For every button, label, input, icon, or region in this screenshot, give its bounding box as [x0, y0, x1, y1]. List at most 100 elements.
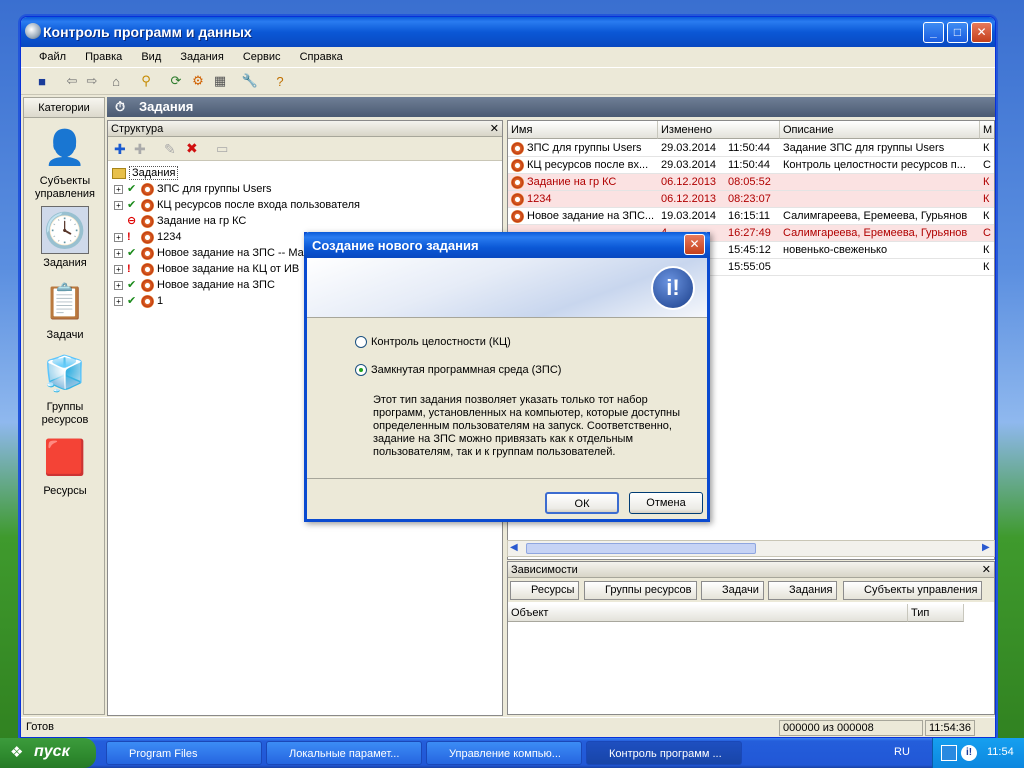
column-header-modified[interactable]: Изменено [658, 121, 780, 139]
option-integrity-label[interactable]: Контроль целостности (КЦ) [371, 336, 511, 348]
tree-node[interactable]: +! 1234 [114, 229, 181, 245]
expand-icon[interactable]: + [114, 201, 123, 210]
expand-icon[interactable]: + [114, 233, 123, 242]
table-row[interactable]: 1234 06.12.2013 08:23:07 К [508, 191, 994, 208]
cell-desc: Задание ЗПС для группы Users [783, 142, 945, 154]
start-button[interactable]: ❖ пуск [0, 738, 96, 768]
table-row[interactable]: ЗПС для группы Users 29.03.2014 11:50:44 За… [508, 140, 994, 157]
column-header-name[interactable]: Имя [508, 121, 658, 139]
gear-icon [141, 214, 154, 228]
add-icon[interactable]: ✚ [114, 141, 126, 158]
menu-edit[interactable]: Правка [77, 48, 130, 66]
gear-icon[interactable]: ⚙ [189, 72, 207, 90]
edit-icon[interactable]: ✎ [164, 141, 176, 158]
expand-icon[interactable] [114, 215, 123, 224]
radio-integrity-control[interactable] [355, 336, 367, 348]
radio-closed-env[interactable] [355, 364, 367, 376]
folder-icon[interactable]: ▭ [216, 141, 228, 157]
home-icon[interactable]: ⌂ [107, 72, 125, 90]
tree-node[interactable]: + ✔ Новое задание на ЗПС -- Ма [114, 245, 304, 261]
ok-button[interactable]: ОК [545, 492, 619, 514]
tree-root[interactable]: Задания [112, 165, 179, 181]
menu-file[interactable]: Файл [31, 48, 74, 66]
tree-node-label: КЦ ресурсов после входа пользователя [157, 199, 360, 211]
table-row[interactable]: КЦ ресурсов после вх... 29.03.2014 11:50:4… [508, 157, 994, 174]
taskbar: ❖ пуск Program Files Локальные парамет..… [0, 738, 1024, 768]
menu-help[interactable]: Справка [292, 48, 351, 66]
tab-resource-groups[interactable]: Группы ресурсов [584, 581, 697, 600]
expand-icon[interactable]: + [114, 265, 123, 274]
table-row[interactable]: Задание на гр КС 06.12.2013 08:05:52 К [508, 174, 994, 191]
minimize-button[interactable]: _ [923, 22, 944, 43]
forward-icon[interactable]: ⇨ [83, 72, 101, 90]
expand-icon[interactable]: + [114, 185, 123, 194]
task-program-files[interactable]: Program Files [106, 741, 262, 765]
tree-node[interactable]: +! Новое задание на КЦ от ИВ [114, 261, 299, 277]
tree-node[interactable]: + ✔ ЗПС для группы Users [114, 181, 272, 197]
scroll-right-icon[interactable]: ▶ [982, 542, 990, 553]
save-icon[interactable]: ■ [33, 72, 51, 90]
dialog-close-button[interactable]: ✕ [684, 234, 705, 255]
task-computer-management[interactable]: Управление компью... [426, 741, 582, 765]
column-header-object[interactable]: Объект [508, 604, 908, 622]
scroll-left-icon[interactable]: ◀ [510, 542, 518, 553]
maximize-button[interactable]: □ [947, 22, 968, 43]
table-cell: 08:05:52 [720, 174, 780, 191]
back-icon[interactable]: ⇦ [63, 72, 81, 90]
tab-subjects[interactable]: Субъекты управления [843, 581, 983, 600]
network-icon[interactable] [941, 745, 957, 761]
add-child-icon[interactable]: ✚ [134, 141, 146, 158]
table-cell: 16:27:49 [720, 225, 780, 242]
option-closed-env-label[interactable]: Замкнутая программная среда (ЗПС) [371, 364, 561, 376]
tree-node[interactable]: + ✔ 1 [114, 293, 163, 309]
dependencies-header: Зависимости ✕ [508, 562, 994, 578]
info-icon: i! [651, 266, 695, 310]
user-icon: 👤 [43, 129, 87, 167]
delete-icon[interactable]: ✖ [186, 140, 198, 157]
expand-icon[interactable]: + [114, 297, 123, 306]
help-icon[interactable]: ? [271, 72, 289, 90]
category-resources[interactable]: 🟥 Ресурсы [28, 434, 102, 498]
wrench-icon[interactable]: 🔧 [241, 72, 259, 90]
expand-icon[interactable]: + [114, 281, 123, 290]
category-jobs[interactable]: 📋 Задачи [28, 278, 102, 342]
expand-icon[interactable]: + [114, 249, 123, 258]
info-tray-icon[interactable]: i! [961, 745, 977, 761]
category-tasks[interactable]: 🕓 Задания [28, 206, 102, 270]
tab-resources[interactable]: Ресурсы [510, 581, 580, 600]
tree-node[interactable]: + ✔ КЦ ресурсов после входа пользователя [114, 197, 360, 213]
search-icon[interactable]: ⚲ [137, 72, 155, 90]
tab-tasks[interactable]: Задания [768, 581, 838, 600]
cell-m: К [983, 193, 990, 205]
category-subjects[interactable]: 👤 Субъекты управления [28, 124, 102, 201]
task-program-control[interactable]: Контроль программ ... [586, 741, 742, 765]
cancel-button[interactable]: Отмена [629, 492, 703, 514]
column-header-description[interactable]: Описание [780, 121, 980, 139]
tree-node[interactable]: + ✔ Новое задание на ЗПС [114, 277, 275, 293]
dialog-title-bar[interactable]: Создание нового задания ✕ [304, 232, 710, 258]
close-icon[interactable]: ✕ [982, 562, 991, 578]
title-bar[interactable]: Контроль программ и данных _ □ ✕ [21, 17, 995, 47]
column-header-type[interactable]: Тип [908, 604, 964, 622]
tree-node[interactable]: ⊖ Задание на гр КС [114, 213, 246, 229]
refresh-icon[interactable]: ⟳ [167, 72, 185, 90]
status-text: Готов [26, 721, 54, 733]
table-row[interactable]: Новое задание на ЗПС... 19.03.2014 16:15:1… [508, 208, 994, 225]
calculator-icon[interactable]: ▦ [211, 72, 229, 90]
menu-view[interactable]: Вид [133, 48, 169, 66]
close-icon[interactable]: ✕ [490, 121, 499, 137]
scroll-thumb[interactable] [526, 543, 756, 554]
language-indicator[interactable]: RU [894, 746, 910, 758]
menu-tasks[interactable]: Задания [172, 48, 231, 66]
table-cell: 15:55:05 [720, 259, 780, 276]
category-resource-groups[interactable]: 🧊 Группы ресурсов [28, 350, 102, 427]
section-title: Задания [139, 99, 194, 114]
tab-jobs[interactable]: Задачи [701, 581, 764, 600]
gear-icon [511, 141, 524, 155]
task-local-params[interactable]: Локальные парамет... [266, 741, 422, 765]
horizontal-scrollbar[interactable]: ◀ ▶ [507, 540, 995, 557]
menu-service[interactable]: Сервис [235, 48, 289, 66]
close-button[interactable]: ✕ [971, 22, 992, 43]
column-header-m[interactable]: М [980, 121, 994, 139]
table-cell: Контроль целостности ресурсов п... [780, 157, 980, 174]
